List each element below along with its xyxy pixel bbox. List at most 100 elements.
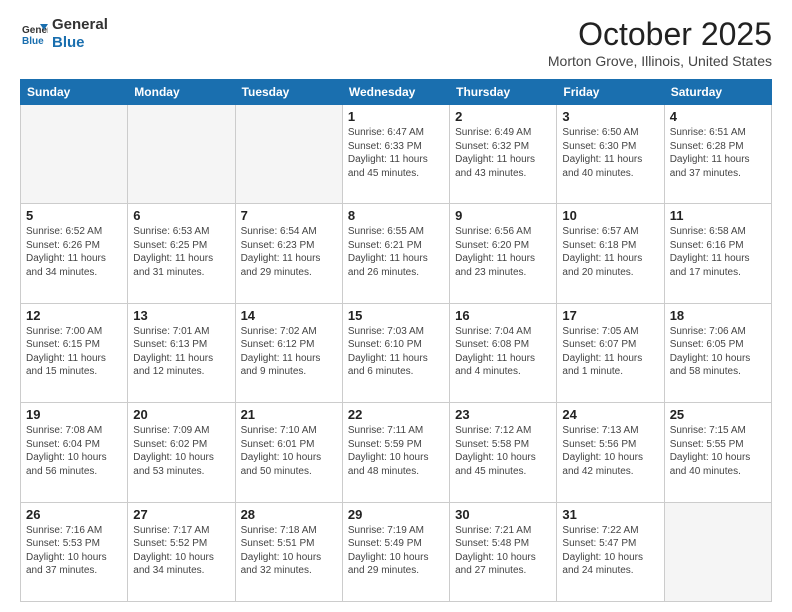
calendar-cell: 1 Sunrise: 6:47 AM Sunset: 6:33 PM Daylig… [342, 105, 449, 204]
day-info: Sunrise: 7:10 AM Sunset: 6:01 PM Dayligh… [241, 424, 337, 478]
day-number: 20 [133, 407, 229, 422]
day-info: Sunrise: 7:04 AM Sunset: 6:08 PM Dayligh… [455, 325, 551, 379]
day-info: Sunrise: 7:15 AM Sunset: 5:55 PM Dayligh… [670, 424, 766, 478]
calendar-cell: 6Sunrise: 6:53 AM Sunset: 6:25 PM Daylig… [128, 204, 235, 303]
title-block: October 2025 Morton Grove, Illinois, Uni… [548, 16, 772, 69]
day-info: Sunrise: 7:06 AM Sunset: 6:05 PM Dayligh… [670, 325, 766, 379]
day-number: 10 [562, 208, 658, 223]
day-info: Sunrise: 6:54 AM Sunset: 6:23 PM Dayligh… [241, 225, 337, 279]
calendar-cell [664, 502, 771, 601]
day-info: Sunrise: 7:12 AM Sunset: 5:58 PM Dayligh… [455, 424, 551, 478]
header-saturday: Saturday [664, 80, 771, 105]
day-info: Sunrise: 7:00 AM Sunset: 6:15 PM Dayligh… [26, 325, 122, 379]
calendar-row: 12 Sunrise: 7:00 AM Sunset: 6:15 PM Dayli… [21, 303, 772, 402]
calendar-cell: 20 Sunrise: 7:09 AM Sunset: 6:02 PM Dayli… [128, 403, 235, 502]
calendar-cell: 28 Sunrise: 7:18 AM Sunset: 5:51 PM Dayli… [235, 502, 342, 601]
calendar-cell: 23 Sunrise: 7:12 AM Sunset: 5:58 PM Dayli… [450, 403, 557, 502]
day-info: Sunrise: 7:19 AM Sunset: 5:49 PM Dayligh… [348, 524, 444, 578]
day-info: Sunrise: 7:22 AM Sunset: 5:47 PM Dayligh… [562, 524, 658, 578]
day-info: Sunrise: 7:18 AM Sunset: 5:51 PM Dayligh… [241, 524, 337, 578]
calendar-cell: 9Sunrise: 6:56 AM Sunset: 6:20 PM Daylig… [450, 204, 557, 303]
day-number: 19 [26, 407, 122, 422]
calendar-cell: 8 Sunrise: 6:55 AM Sunset: 6:21 PM Daylig… [342, 204, 449, 303]
day-number: 15 [348, 308, 444, 323]
page: General Blue General Blue October 2025 M… [0, 0, 792, 612]
calendar-cell: 16Sunrise: 7:04 AM Sunset: 6:08 PM Dayli… [450, 303, 557, 402]
day-number: 11 [670, 208, 766, 223]
day-number: 25 [670, 407, 766, 422]
day-number: 30 [455, 507, 551, 522]
calendar-cell: 3 Sunrise: 6:50 AM Sunset: 6:30 PM Daylig… [557, 105, 664, 204]
day-number: 17 [562, 308, 658, 323]
day-info: Sunrise: 7:01 AM Sunset: 6:13 PM Dayligh… [133, 325, 229, 379]
calendar-cell: 11 Sunrise: 6:58 AM Sunset: 6:16 PM Dayli… [664, 204, 771, 303]
calendar-cell: 29 Sunrise: 7:19 AM Sunset: 5:49 PM Dayli… [342, 502, 449, 601]
day-number: 28 [241, 507, 337, 522]
day-info: Sunrise: 6:52 AM Sunset: 6:26 PM Dayligh… [26, 225, 122, 279]
day-number: 18 [670, 308, 766, 323]
calendar-cell: 27Sunrise: 7:17 AM Sunset: 5:52 PM Dayli… [128, 502, 235, 601]
calendar-header-row: Sunday Monday Tuesday Wednesday Thursday… [21, 80, 772, 105]
day-number: 1 [348, 109, 444, 124]
day-info: Sunrise: 7:02 AM Sunset: 6:12 PM Dayligh… [241, 325, 337, 379]
calendar-cell: 7Sunrise: 6:54 AM Sunset: 6:23 PM Daylig… [235, 204, 342, 303]
day-info: Sunrise: 7:16 AM Sunset: 5:53 PM Dayligh… [26, 524, 122, 578]
day-number: 21 [241, 407, 337, 422]
day-info: Sunrise: 6:47 AM Sunset: 6:33 PM Dayligh… [348, 126, 444, 180]
day-info: Sunrise: 6:58 AM Sunset: 6:16 PM Dayligh… [670, 225, 766, 279]
day-number: 9 [455, 208, 551, 223]
day-info: Sunrise: 6:55 AM Sunset: 6:21 PM Dayligh… [348, 225, 444, 279]
header-wednesday: Wednesday [342, 80, 449, 105]
day-info: Sunrise: 6:51 AM Sunset: 6:28 PM Dayligh… [670, 126, 766, 180]
day-number: 2 [455, 109, 551, 124]
day-number: 29 [348, 507, 444, 522]
day-info: Sunrise: 7:13 AM Sunset: 5:56 PM Dayligh… [562, 424, 658, 478]
calendar-cell: 24 Sunrise: 7:13 AM Sunset: 5:56 PM Dayli… [557, 403, 664, 502]
day-number: 8 [348, 208, 444, 223]
header-friday: Friday [557, 80, 664, 105]
calendar-cell: 19 Sunrise: 7:08 AM Sunset: 6:04 PM Dayli… [21, 403, 128, 502]
day-info: Sunrise: 7:11 AM Sunset: 5:59 PM Dayligh… [348, 424, 444, 478]
calendar-cell [128, 105, 235, 204]
logo-blue: Blue [52, 34, 108, 52]
calendar-cell: 22Sunrise: 7:11 AM Sunset: 5:59 PM Dayli… [342, 403, 449, 502]
calendar-table: Sunday Monday Tuesday Wednesday Thursday… [20, 79, 772, 602]
calendar-cell: 18 Sunrise: 7:06 AM Sunset: 6:05 PM Dayli… [664, 303, 771, 402]
calendar-row: 26Sunrise: 7:16 AM Sunset: 5:53 PM Dayli… [21, 502, 772, 601]
day-number: 4 [670, 109, 766, 124]
day-info: Sunrise: 6:50 AM Sunset: 6:30 PM Dayligh… [562, 126, 658, 180]
svg-text:Blue: Blue [22, 36, 44, 47]
calendar-cell: 15Sunrise: 7:03 AM Sunset: 6:10 PM Dayli… [342, 303, 449, 402]
day-info: Sunrise: 7:21 AM Sunset: 5:48 PM Dayligh… [455, 524, 551, 578]
logo-icon: General Blue [20, 20, 48, 48]
day-number: 12 [26, 308, 122, 323]
day-number: 3 [562, 109, 658, 124]
day-number: 5 [26, 208, 122, 223]
location: Morton Grove, Illinois, United States [548, 53, 772, 69]
day-number: 23 [455, 407, 551, 422]
day-number: 24 [562, 407, 658, 422]
calendar-cell: 4 Sunrise: 6:51 AM Sunset: 6:28 PM Daylig… [664, 105, 771, 204]
day-info: Sunrise: 7:17 AM Sunset: 5:52 PM Dayligh… [133, 524, 229, 578]
day-info: Sunrise: 6:49 AM Sunset: 6:32 PM Dayligh… [455, 126, 551, 180]
calendar-cell [235, 105, 342, 204]
calendar-row: 1 Sunrise: 6:47 AM Sunset: 6:33 PM Daylig… [21, 105, 772, 204]
day-number: 13 [133, 308, 229, 323]
header-sunday: Sunday [21, 80, 128, 105]
calendar-cell: 21 Sunrise: 7:10 AM Sunset: 6:01 PM Dayli… [235, 403, 342, 502]
calendar-cell [21, 105, 128, 204]
calendar-cell: 5 Sunrise: 6:52 AM Sunset: 6:26 PM Daylig… [21, 204, 128, 303]
day-number: 14 [241, 308, 337, 323]
day-info: Sunrise: 6:57 AM Sunset: 6:18 PM Dayligh… [562, 225, 658, 279]
day-number: 6 [133, 208, 229, 223]
calendar-cell: 31Sunrise: 7:22 AM Sunset: 5:47 PM Dayli… [557, 502, 664, 601]
calendar-cell: 10 Sunrise: 6:57 AM Sunset: 6:18 PM Dayli… [557, 204, 664, 303]
header-tuesday: Tuesday [235, 80, 342, 105]
day-info: Sunrise: 7:08 AM Sunset: 6:04 PM Dayligh… [26, 424, 122, 478]
day-info: Sunrise: 7:09 AM Sunset: 6:02 PM Dayligh… [133, 424, 229, 478]
calendar-cell: 14 Sunrise: 7:02 AM Sunset: 6:12 PM Dayli… [235, 303, 342, 402]
month-title: October 2025 [548, 16, 772, 53]
calendar-cell: 26Sunrise: 7:16 AM Sunset: 5:53 PM Dayli… [21, 502, 128, 601]
day-info: Sunrise: 7:05 AM Sunset: 6:07 PM Dayligh… [562, 325, 658, 379]
header-thursday: Thursday [450, 80, 557, 105]
